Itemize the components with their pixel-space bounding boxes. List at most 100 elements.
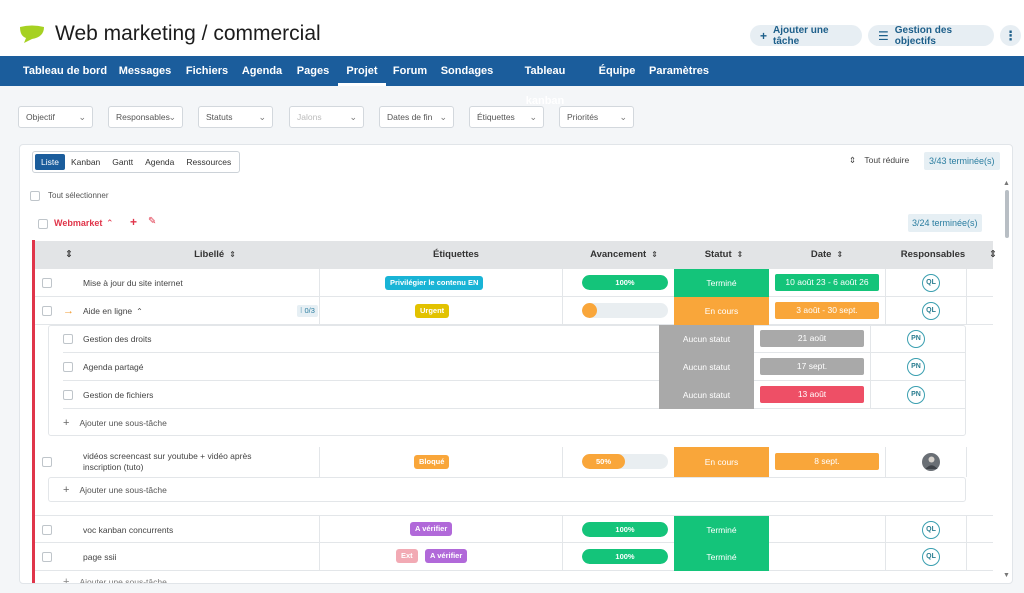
table-header: ⇕ Libellé ⇕ Étiquettes Avancement ⇕ Statut… — [35, 241, 997, 269]
task-label[interactable]: Gestion des droits — [83, 325, 152, 353]
task-label[interactable]: Aide en ligne ⌃ — [83, 297, 143, 325]
column-status[interactable]: Statut ⇕ — [674, 241, 774, 269]
status-badge[interactable]: Aucun statut — [659, 325, 754, 353]
status-badge[interactable]: En cours — [674, 447, 769, 477]
nav-project[interactable]: Projet — [338, 56, 386, 86]
nav-dashboard[interactable]: Tableau de bord — [18, 56, 112, 86]
table-row[interactable]: vidéos screencast sur youtube + vidéo ap… — [35, 447, 993, 477]
row-checkbox[interactable] — [42, 525, 52, 535]
status-badge[interactable]: Terminé — [674, 543, 769, 571]
nav-kanban-board[interactable]: Tableau kanban — [504, 56, 586, 107]
filter-end-dates[interactable]: Dates de fin ⌄ — [379, 106, 454, 128]
add-task-button[interactable]: + Ajouter une tâche — [750, 25, 862, 47]
nav-files[interactable]: Fichiers — [180, 56, 234, 86]
scroll-up-icon[interactable]: ▲ — [1003, 180, 1010, 187]
select-all-label: Tout sélectionner — [48, 191, 109, 200]
date-badge[interactable]: 13 août — [760, 386, 864, 403]
avatar[interactable]: QL — [922, 274, 940, 292]
task-label[interactable]: Gestion de fichiers — [83, 381, 153, 409]
row-checkbox[interactable] — [42, 278, 52, 288]
avatar[interactable]: PN — [907, 386, 925, 404]
task-label[interactable]: Agenda partagé — [83, 353, 144, 381]
add-subtask-button[interactable]: + Ajouter une sous-tâche — [63, 575, 167, 583]
user-photo-icon — [925, 456, 937, 469]
nav-polls[interactable]: Sondages — [438, 56, 496, 86]
date-badge[interactable]: 21 août — [760, 330, 864, 347]
nav-pages[interactable]: Pages — [292, 56, 334, 86]
task-label[interactable]: vidéos screencast sur youtube + vidéo ap… — [83, 447, 273, 477]
status-badge[interactable]: En cours — [674, 297, 769, 325]
avatar[interactable] — [922, 453, 940, 471]
table-row[interactable]: voc kanban concurrents A vérifier 100% T… — [35, 515, 993, 544]
row-checkbox[interactable] — [63, 334, 73, 344]
date-badge[interactable]: 8 sept. — [775, 453, 879, 470]
tab-agenda[interactable]: Agenda — [139, 154, 180, 170]
table-row[interactable]: Agenda partagé Aucun statut 17 sept. PN — [63, 353, 966, 381]
table-row[interactable]: → Aide en ligne ⌃ ⁝ 0/3 Urgent En cours 3… — [35, 297, 993, 325]
tab-kanban[interactable]: Kanban — [65, 154, 106, 170]
row-checkbox[interactable] — [42, 306, 52, 316]
filter-priorities[interactable]: Priorités ⌄ — [559, 106, 634, 128]
add-icon[interactable]: + — [130, 215, 137, 229]
table-row[interactable]: Mise à jour du site internet Privilégier… — [35, 269, 993, 297]
select-all-checkbox[interactable] — [30, 191, 40, 201]
column-progress[interactable]: Avancement ⇕ — [574, 241, 674, 269]
date-badge[interactable]: 3 août - 30 sept. — [775, 302, 879, 319]
table-row[interactable]: Gestion des droits Aucun statut 21 août … — [63, 325, 966, 353]
nav-agenda[interactable]: Agenda — [238, 56, 286, 86]
chevron-up-icon[interactable]: ⌃ — [106, 218, 114, 229]
completed-count-badge: 3/43 terminée(s) — [924, 152, 1000, 170]
status-badge[interactable]: Aucun statut — [659, 353, 754, 381]
scroll-thumb[interactable] — [1005, 190, 1009, 238]
nav-forum[interactable]: Forum — [390, 56, 430, 86]
add-subtask-button[interactable]: + Ajouter une sous-tâche — [63, 477, 167, 502]
avatar[interactable]: PN — [907, 358, 925, 376]
row-checkbox[interactable] — [42, 552, 52, 562]
collapse-all-button[interactable]: ⇕ Tout réduire — [849, 155, 909, 166]
date-badge[interactable]: 17 sept. — [760, 358, 864, 375]
goals-button[interactable]: ☰ Gestion des objectifs — [868, 25, 994, 47]
scrollbar[interactable]: ▲ ▼ — [1003, 180, 1011, 582]
sort-icon[interactable]: ⇕ — [987, 241, 999, 269]
nav-settings[interactable]: Paramètres — [648, 56, 710, 86]
nav-messages[interactable]: Messages — [114, 56, 176, 86]
column-date[interactable]: Date ⇕ — [775, 241, 879, 269]
date-badge[interactable]: 10 août 23 - 6 août 26 — [775, 274, 879, 291]
sort-icon[interactable]: ⇕ — [63, 241, 75, 269]
filter-goal[interactable]: Objectif ⌄ — [18, 106, 93, 128]
avatar[interactable]: QL — [922, 302, 940, 320]
avatar[interactable]: QL — [922, 548, 940, 566]
nav-team[interactable]: Équipe — [596, 56, 638, 86]
tab-resources[interactable]: Ressources — [180, 154, 237, 170]
table-row[interactable]: page ssii Ext A vérifier 100% Terminé QL — [35, 543, 993, 571]
edit-pencil-icon[interactable]: ✎ — [148, 216, 156, 227]
filter-statuses[interactable]: Statuts ⌄ — [198, 106, 273, 128]
tab-gantt[interactable]: Gantt — [106, 154, 139, 170]
tab-list[interactable]: Liste — [35, 154, 65, 170]
task-label[interactable]: Mise à jour du site internet — [83, 269, 183, 297]
table-row[interactable]: Gestion de fichiers Aucun statut 13 août… — [63, 381, 966, 409]
task-label[interactable]: page ssii — [83, 543, 117, 571]
filter-milestones[interactable]: Jalons ⌄ — [289, 106, 364, 128]
status-badge[interactable]: Aucun statut — [659, 381, 754, 409]
sort-icon: ⇕ — [836, 250, 844, 259]
avatar[interactable]: QL — [922, 521, 940, 539]
group-checkbox[interactable] — [38, 219, 48, 229]
avatar[interactable]: PN — [907, 330, 925, 348]
row-checkbox[interactable] — [63, 362, 73, 372]
filter-tags[interactable]: Étiquettes ⌄ — [469, 106, 544, 128]
status-badge[interactable]: Terminé — [674, 516, 769, 544]
row-checkbox[interactable] — [63, 390, 73, 400]
scroll-down-icon[interactable]: ▼ — [1003, 572, 1010, 579]
task-label[interactable]: voc kanban concurrents — [83, 516, 173, 544]
add-subtask-button[interactable]: + Ajouter une sous-tâche — [63, 409, 167, 437]
filter-owners[interactable]: Responsables ⌄ — [108, 106, 183, 128]
more-options-icon[interactable]: ⋮ — [1000, 25, 1021, 46]
column-label[interactable]: Libellé ⇕ — [155, 241, 275, 269]
row-checkbox[interactable] — [42, 457, 52, 467]
group-title[interactable]: Webmarket — [54, 218, 102, 228]
status-badge[interactable]: Terminé — [674, 269, 769, 297]
subtask-count-badge: ⁝ 0/3 — [297, 305, 318, 317]
chevron-up-icon[interactable]: ⌃ — [136, 307, 143, 316]
tag-badge: Bloqué — [414, 455, 450, 469]
